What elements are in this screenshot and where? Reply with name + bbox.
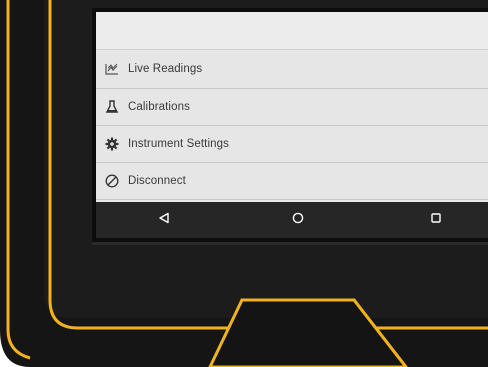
menu-item-instrument-settings[interactable]: Instrument Settings (96, 126, 488, 163)
nav-menu: Live Readings Calibrations Instrument Se… (96, 50, 488, 200)
screen-top-area (96, 12, 488, 50)
gear-icon (104, 136, 120, 152)
flask-icon (104, 99, 120, 115)
menu-item-label: Live Readings (128, 63, 203, 75)
menu-item-label: Calibrations (128, 101, 190, 113)
back-button[interactable] (144, 202, 184, 238)
android-nav-bar (96, 202, 488, 238)
tablet-screen: Live Readings Calibrations Instrument Se… (96, 12, 488, 238)
recents-icon (430, 211, 442, 229)
back-icon (158, 211, 170, 229)
home-icon (292, 211, 304, 229)
menu-item-calibrations[interactable]: Calibrations (96, 89, 488, 126)
chart-icon (104, 61, 120, 77)
menu-item-label: Disconnect (128, 175, 186, 187)
menu-item-disconnect[interactable]: Disconnect (96, 163, 488, 200)
home-button[interactable] (278, 202, 318, 238)
menu-item-live-readings[interactable]: Live Readings (96, 50, 488, 89)
recents-button[interactable] (416, 202, 456, 238)
disconnect-icon (104, 173, 120, 189)
menu-item-label: Instrument Settings (128, 138, 229, 150)
